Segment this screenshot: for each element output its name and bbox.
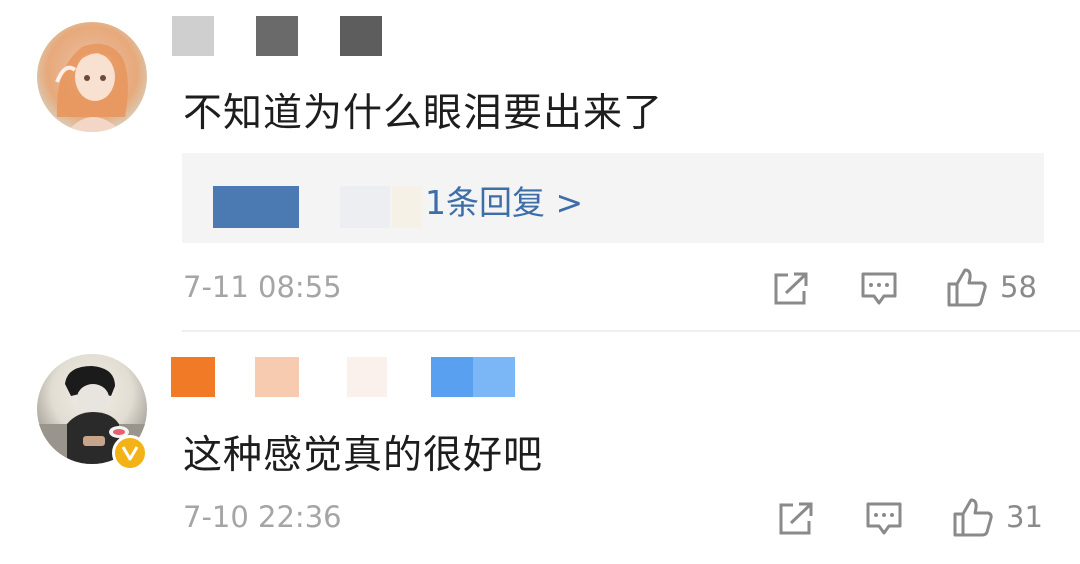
user-avatar[interactable] <box>37 22 147 132</box>
like-count: 58 <box>1000 270 1037 304</box>
comment-timestamp: 7-11 08:55 <box>183 270 342 304</box>
reply-author-blur <box>213 186 299 228</box>
comment-text: 不知道为什么眼泪要出来了 <box>183 91 664 136</box>
username-blur-block <box>431 357 473 397</box>
comment-text: 这种感觉真的很好吧 <box>183 433 544 478</box>
share-icon <box>774 272 808 305</box>
comment-icon <box>861 272 897 305</box>
comment-icon <box>866 502 902 535</box>
comment-item: 不知道为什么眼泪要出来了 1条回复 > 7-11 08:55 58 <box>0 0 1080 330</box>
like-count: 31 <box>1006 500 1043 534</box>
share-button[interactable] <box>777 501 815 537</box>
avatar-illustration <box>55 43 128 132</box>
reply-preview-box[interactable] <box>182 153 1044 243</box>
like-icon <box>947 268 987 307</box>
username-blur-block <box>255 357 299 397</box>
share-button[interactable] <box>772 271 810 307</box>
reply-button[interactable] <box>865 501 903 537</box>
username-blur-block <box>473 357 515 397</box>
verified-badge-icon <box>112 435 148 471</box>
username-blur-block <box>256 16 298 56</box>
share-icon <box>779 502 813 535</box>
reply-button[interactable] <box>860 271 898 307</box>
like-button[interactable]: 58 <box>946 267 1037 307</box>
username-blur-block <box>172 16 214 56</box>
username-blur-block <box>347 357 387 397</box>
reply-author-blur <box>340 186 390 228</box>
reply-author-blur <box>392 186 422 228</box>
username-blur-block <box>340 16 382 56</box>
like-icon <box>953 498 993 537</box>
username-redacted[interactable] <box>171 357 515 397</box>
username-redacted[interactable] <box>172 16 382 56</box>
comment-timestamp: 7-10 22:36 <box>183 500 342 534</box>
username-blur-block <box>171 357 215 397</box>
view-replies-link[interactable]: 1条回复 > <box>425 176 583 224</box>
like-button[interactable]: 31 <box>952 497 1043 537</box>
